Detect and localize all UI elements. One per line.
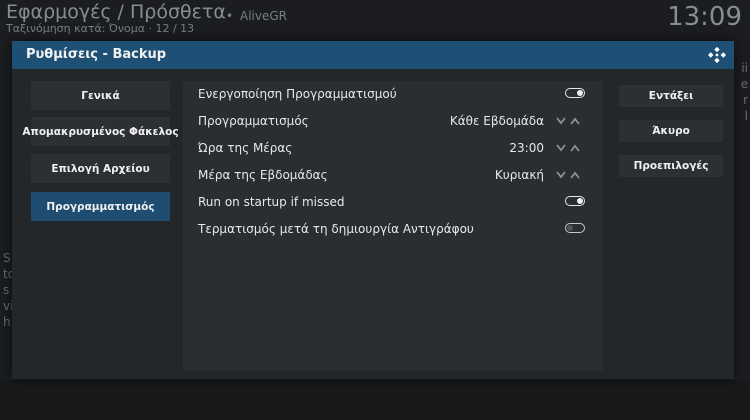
bullet-icon: • [226, 9, 234, 23]
setting-label: Τερματισμός μετά τη δημιουργία Αντιγράφο… [198, 222, 474, 236]
button-label: Προεπιλογές [633, 160, 709, 172]
toggle-switch[interactable] [565, 223, 585, 233]
toggle-switch[interactable] [565, 88, 585, 98]
dialog-title: Ρυθμίσεις - Backup [26, 47, 167, 62]
dialog-titlebar: Ρυθμίσεις - Backup [12, 41, 734, 69]
chevron-up-icon [570, 171, 580, 179]
toggle-knob [577, 198, 583, 204]
defaults-button[interactable]: Προεπιλογές [619, 155, 723, 177]
setting-label: Ενεργοποίηση Προγραμματισμού [198, 87, 397, 101]
setting-time-of-day[interactable]: Ώρα της Μέρας 23:00 [183, 135, 603, 162]
settings-dialog: Ρυθμίσεις - Backup Γενικά Απομακρυσμένος… [12, 41, 734, 379]
setting-label: Μέρα της Εβδομάδας [198, 168, 328, 182]
setting-value: 23:00 [509, 141, 544, 155]
toggle-switch[interactable] [565, 196, 585, 206]
toggle-knob [567, 225, 573, 231]
chevron-up-icon [570, 144, 580, 152]
spinner-arrows[interactable] [555, 142, 585, 154]
button-label: Άκυρο [652, 125, 690, 137]
clock: 13:09 [667, 2, 742, 32]
setting-enable-schedule[interactable]: Ενεργοποίηση Προγραμματισμού [183, 81, 603, 108]
category-remote-folder[interactable]: Απομακρυσμένος Φάκελος [22, 117, 179, 146]
background-header-title: Εφαρμογές / Πρόσθετα [6, 1, 226, 23]
spinner-arrows[interactable] [555, 169, 585, 181]
category-file-selection[interactable]: Επιλογή Αρχείου [31, 154, 170, 183]
toggle-knob [577, 90, 583, 96]
settings-panel: Ενεργοποίηση Προγραμματισμού Προγραμματι… [183, 81, 603, 371]
chevron-down-icon [556, 117, 566, 125]
background-header-subtitle: Ταξινόμηση κατά: Όνομα · 12 / 13 [6, 22, 195, 35]
background-right-text: ii e r l [740, 61, 748, 123]
chevron-down-icon [556, 171, 566, 179]
category-label: Προγραμματισμός [46, 200, 155, 213]
category-scheduling[interactable]: Προγραμματισμός [31, 192, 170, 221]
kodi-logo-icon[interactable] [708, 46, 726, 64]
background-list-item: AliveGR [240, 9, 287, 23]
button-label: Εντάξει [648, 90, 694, 102]
category-label: Επιλογή Αρχείου [51, 162, 150, 175]
setting-day-of-week[interactable]: Μέρα της Εβδομάδας Κυριακή [183, 162, 603, 189]
setting-label: Ώρα της Μέρας [198, 141, 293, 155]
ok-button[interactable]: Εντάξει [619, 85, 723, 107]
setting-value: Κάθε Εβδομάδα [449, 114, 544, 128]
background-bottom-strip [0, 380, 750, 420]
setting-label: Προγραμματισμός [198, 114, 309, 128]
setting-label: Run on startup if missed [198, 195, 345, 209]
spinner-arrows[interactable] [555, 115, 585, 127]
category-label: Απομακρυσμένος Φάκελος [22, 125, 179, 138]
setting-run-on-startup[interactable]: Run on startup if missed [183, 189, 603, 216]
setting-shutdown-after-backup[interactable]: Τερματισμός μετά τη δημιουργία Αντιγράφο… [183, 216, 603, 243]
chevron-down-icon [556, 144, 566, 152]
cancel-button[interactable]: Άκυρο [619, 120, 723, 142]
category-label: Γενικά [81, 89, 120, 102]
setting-value: Κυριακή [494, 168, 544, 182]
setting-schedule[interactable]: Προγραμματισμός Κάθε Εβδομάδα [183, 108, 603, 135]
chevron-up-icon [570, 117, 580, 125]
category-general[interactable]: Γενικά [31, 81, 170, 110]
